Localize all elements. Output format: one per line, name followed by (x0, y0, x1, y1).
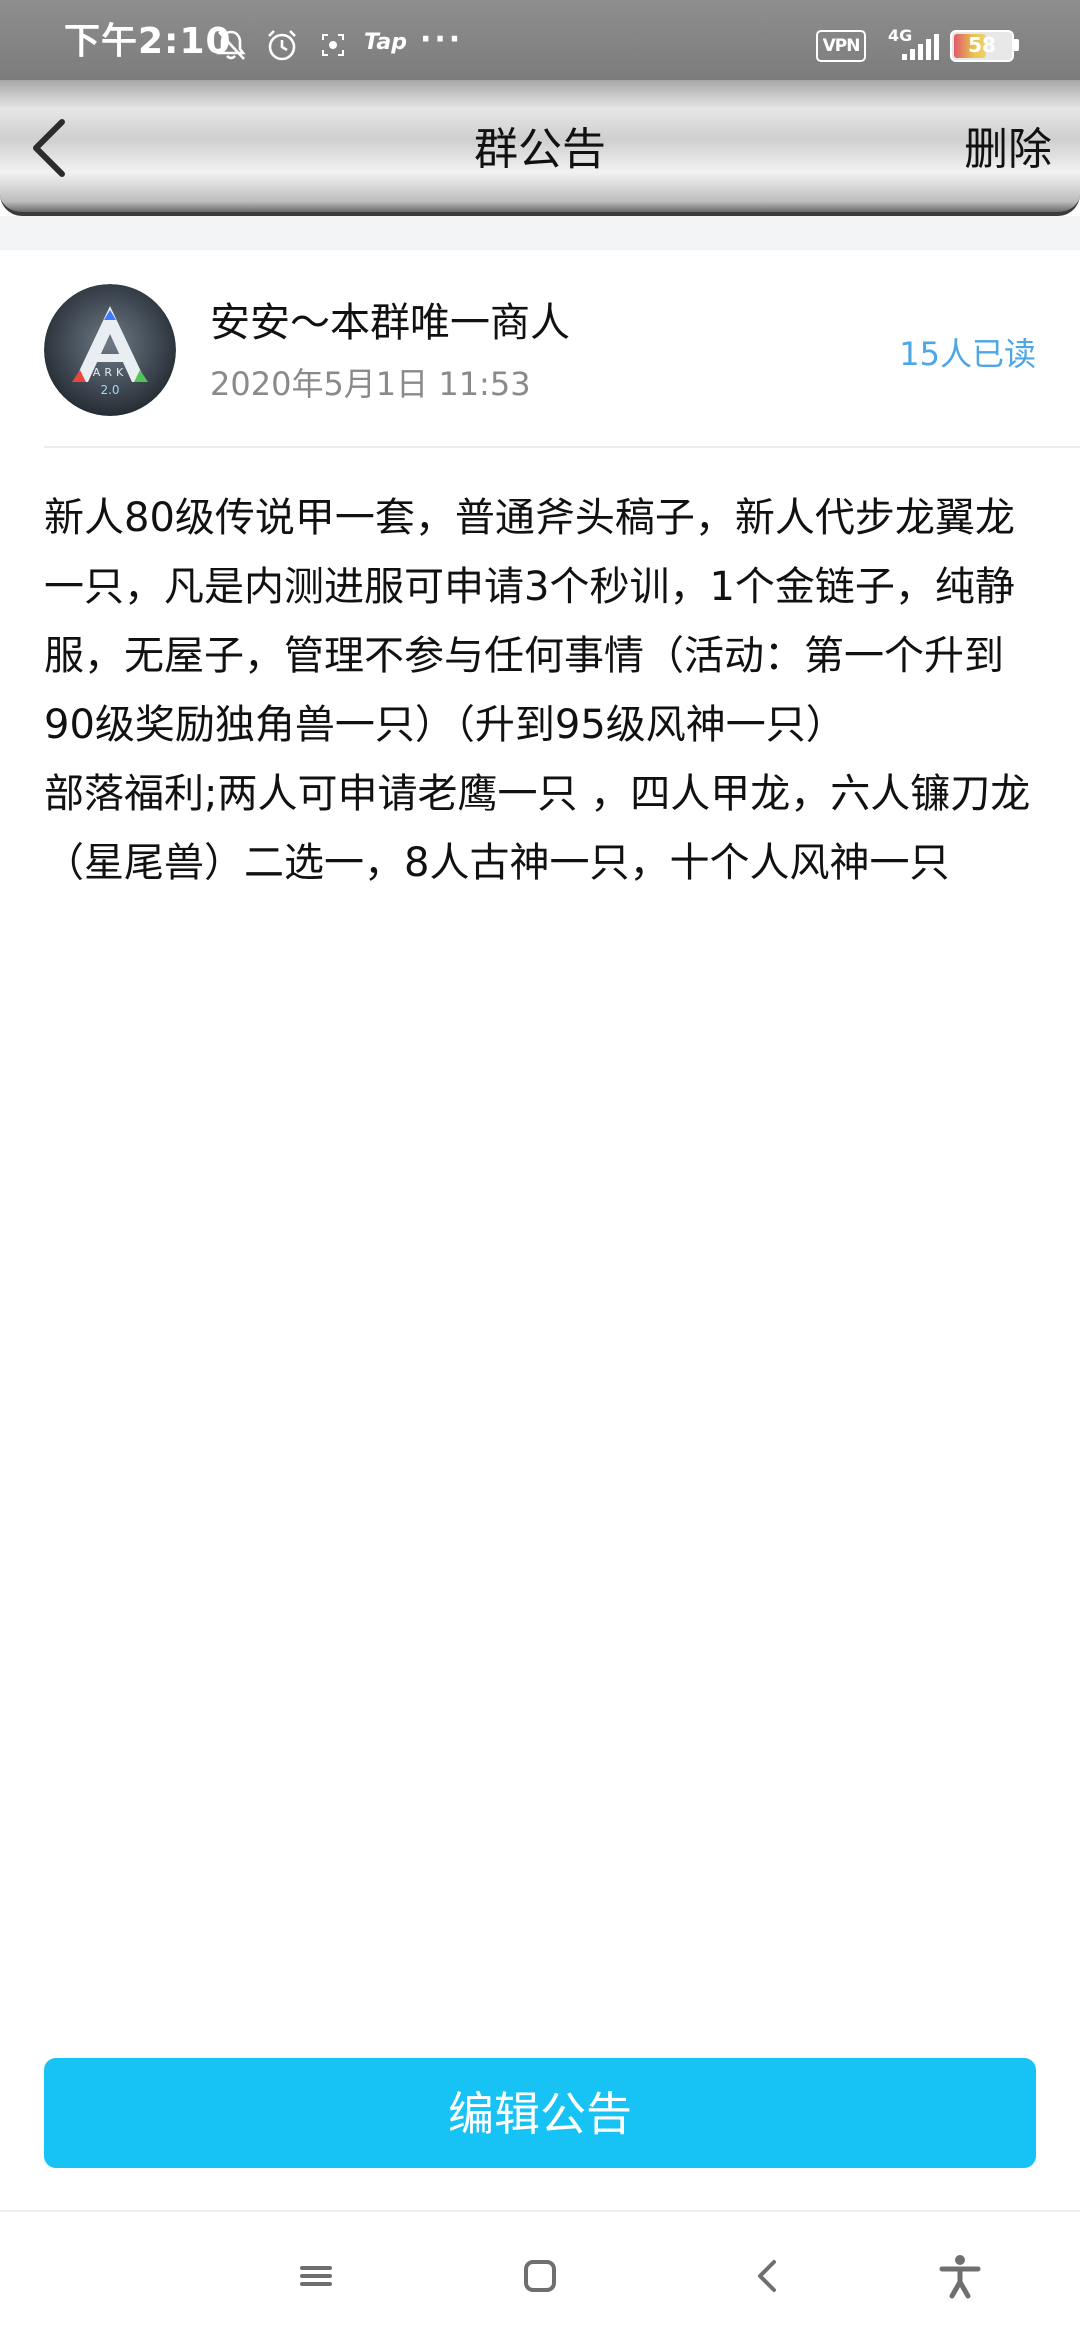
system-nav-bar (0, 2212, 1080, 2340)
post-timestamp: 2020年5月1日 11:53 (210, 365, 531, 403)
announcement-paragraph: 新人80级传说甲一套，普通斧头稿子，新人代步龙翼龙一只，凡是内测进服可申请3个秒… (44, 495, 1015, 748)
author-name[interactable]: 安安～本群唯一商人 (210, 298, 570, 348)
announcement-body: 新人80级传说甲一套，普通斧头稿子，新人代步龙翼龙一只，凡是内测进服可申请3个秒… (44, 484, 1044, 898)
more-notifications-icon: ··· (420, 22, 464, 57)
battery-cap (1014, 39, 1019, 51)
section-gap (0, 216, 1080, 250)
divider (44, 446, 1080, 448)
svg-text:ARK: ARK (93, 366, 127, 379)
read-count-link[interactable]: 15人已读 (899, 334, 1036, 374)
edit-announcement-button[interactable]: 编辑公告 (44, 2058, 1036, 2168)
accessibility-icon[interactable] (936, 2252, 984, 2300)
menu-icon[interactable] (292, 2252, 340, 2300)
back-chevron-icon[interactable] (744, 2252, 792, 2300)
alarm-icon (268, 30, 296, 61)
title-bar: 群公告 删除 (0, 80, 1080, 216)
signal-icon (902, 34, 939, 60)
home-square-icon[interactable] (516, 2252, 564, 2300)
svg-text:2.0: 2.0 (100, 383, 119, 397)
status-bar: 下午2:10 Tap ··· VPN 4G 58 (0, 0, 1080, 80)
announcement-paragraph: 部落福利;两人可申请老鹰一只 ，四人甲龙，六人镰刀龙（星尾兽）二选一，8人古神一… (44, 771, 1031, 886)
mute-bell-icon (216, 30, 246, 60)
status-time: 下午2:10 (64, 21, 232, 62)
author-avatar[interactable]: ARK 2.0 (44, 284, 176, 416)
screen-record-icon (322, 34, 344, 56)
tap-app-label: Tap (364, 30, 407, 55)
vpn-badge: VPN (816, 30, 866, 62)
ark-logo-icon: ARK 2.0 (44, 284, 176, 416)
group-announcement-screen: 下午2:10 Tap ··· VPN 4G 58 群公告 删除 ARK 2.0 … (0, 0, 1080, 2340)
page-title: 群公告 (474, 124, 606, 175)
delete-button[interactable]: 删除 (964, 124, 1052, 176)
battery-percentage: 58 (968, 33, 996, 57)
